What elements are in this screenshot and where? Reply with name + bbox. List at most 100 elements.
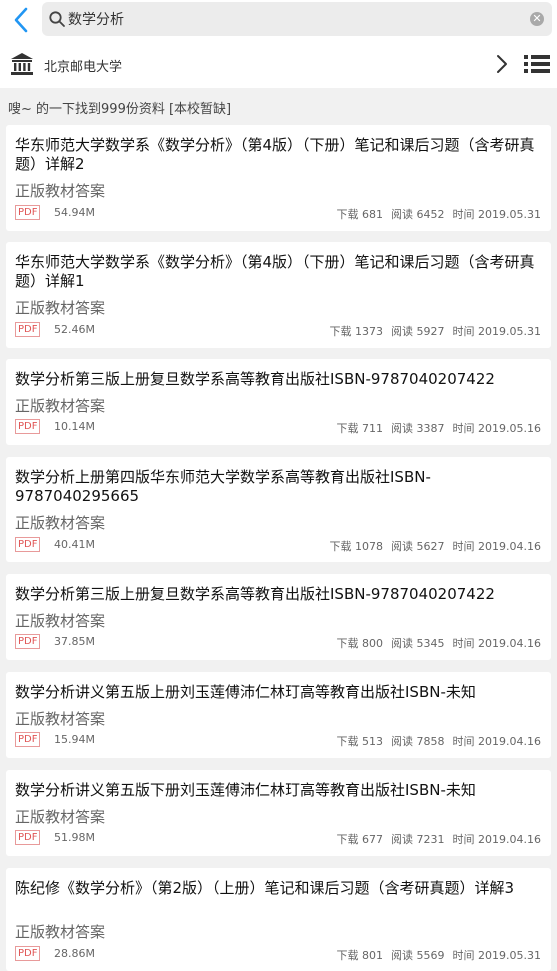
chevron-right-icon[interactable] (494, 54, 510, 74)
result-title: 数学分析上册第四版华东师范大学数学系高等教育出版社ISBN-9787040295… (15, 468, 431, 505)
top-bar: 数学分析 ✕ (0, 0, 557, 40)
read-label: 阅读 (391, 637, 414, 650)
read-count: 5569 (416, 949, 445, 962)
publish-date: 2019.05.31 (478, 949, 541, 962)
chevron-left-icon (14, 7, 28, 33)
read-label: 阅读 (391, 325, 414, 338)
time-label: 时间 (452, 949, 475, 962)
download-label: 下载 (336, 949, 359, 962)
result-card[interactable]: 数学分析讲义第五版下册刘玉莲傅沛仁林玎高等教育出版社ISBN-未知 正版教材答案… (6, 770, 551, 856)
publish-date: 2019.04.16 (478, 833, 541, 846)
result-stats: 下载 677 阅读 7231 时间 2019.04.16 (329, 831, 541, 847)
result-stats: 下载 1078 阅读 5627 时间 2019.04.16 (322, 538, 541, 554)
read-label: 阅读 (391, 422, 414, 435)
download-count: 1078 (355, 540, 384, 553)
read-count: 5627 (416, 540, 445, 553)
file-size: 40.41M (54, 538, 95, 551)
result-meta: PDF 28.86M 下载 801 阅读 5569 时间 2019.05.31 (15, 946, 541, 962)
result-subtitle: 正版教材答案 (15, 612, 106, 630)
time-label: 时间 (452, 422, 475, 435)
result-subtitle: 正版教材答案 (15, 808, 106, 826)
search-query: 数学分析 (68, 12, 124, 28)
result-card[interactable]: 数学分析上册第四版华东师范大学数学系高等教育出版社ISBN-9787040295… (6, 457, 551, 562)
clear-icon[interactable]: ✕ (530, 12, 544, 26)
file-size: 15.94M (54, 733, 95, 746)
time-label: 时间 (452, 637, 475, 650)
result-title: 华东师范大学数学系《数学分析》（第4版）（下册）笔记和课后习题（含考研真题）详解… (15, 253, 535, 290)
file-size: 54.94M (54, 206, 95, 219)
read-label: 阅读 (391, 833, 414, 846)
file-size: 37.85M (54, 635, 95, 648)
list-icon[interactable] (524, 53, 550, 75)
result-stats: 下载 1373 阅读 5927 时间 2019.05.31 (322, 323, 541, 339)
time-label: 时间 (452, 208, 475, 221)
result-meta: PDF 40.41M 下载 1078 阅读 5627 时间 2019.04.16 (15, 537, 541, 553)
download-label: 下载 (336, 422, 359, 435)
time-label: 时间 (452, 540, 475, 553)
publish-date: 2019.04.16 (478, 540, 541, 553)
read-label: 阅读 (391, 949, 414, 962)
read-count: 5345 (416, 637, 445, 650)
pdf-badge: PDF (15, 205, 41, 220)
read-label: 阅读 (391, 735, 414, 748)
read-label: 阅读 (391, 540, 414, 553)
result-card[interactable]: 陈纪修《数学分析》（第2版）（上册）笔记和课后习题（含考研真题）详解3 正版教材… (6, 868, 551, 971)
result-meta: PDF 52.46M 下载 1373 阅读 5927 时间 2019.05.31 (15, 322, 541, 338)
download-label: 下载 (329, 325, 352, 338)
download-label: 下载 (336, 833, 359, 846)
search-icon (49, 11, 65, 27)
publish-date: 2019.04.16 (478, 637, 541, 650)
publish-date: 2019.05.31 (478, 325, 541, 338)
result-title: 陈纪修《数学分析》（第2版）（上册）笔记和课后习题（含考研真题）详解3 (15, 879, 515, 897)
read-count: 3387 (416, 422, 445, 435)
read-count: 5927 (416, 325, 445, 338)
pdf-badge: PDF (15, 830, 41, 845)
file-size: 28.86M (54, 947, 95, 960)
download-count: 1373 (355, 325, 384, 338)
result-subtitle: 正版教材答案 (15, 299, 106, 317)
time-label: 时间 (452, 735, 475, 748)
result-title: 华东师范大学数学系《数学分析》（第4版）（下册）笔记和课后习题（含考研真题）详解… (15, 136, 535, 173)
result-title: 数学分析讲义第五版下册刘玉莲傅沛仁林玎高等教育出版社ISBN-未知 (15, 781, 476, 799)
read-label: 阅读 (391, 208, 414, 221)
result-meta: PDF 15.94M 下载 513 阅读 7858 时间 2019.04.16 (15, 732, 541, 748)
result-stats: 下载 681 阅读 6452 时间 2019.05.31 (329, 206, 541, 222)
result-card[interactable]: 华东师范大学数学系《数学分析》（第4版）（下册）笔记和课后习题（含考研真题）详解… (6, 242, 551, 348)
back-button[interactable] (8, 4, 36, 36)
result-subtitle: 正版教材答案 (15, 514, 106, 532)
download-label: 下载 (336, 637, 359, 650)
result-card[interactable]: 数学分析第三版上册复旦数学系高等教育出版社ISBN-9787040207422 … (6, 574, 551, 660)
pdf-badge: PDF (15, 537, 41, 552)
download-count: 800 (362, 637, 384, 650)
result-stats: 下载 513 阅读 7858 时间 2019.04.16 (329, 733, 541, 749)
file-size: 10.14M (54, 420, 95, 433)
school-selector[interactable]: 北京邮电大学 (0, 40, 557, 88)
result-card[interactable]: 华东师范大学数学系《数学分析》（第4版）（下册）笔记和课后习题（含考研真题）详解… (6, 125, 551, 231)
result-meta: PDF 54.94M 下载 681 阅读 6452 时间 2019.05.31 (15, 205, 541, 221)
pdf-badge: PDF (15, 419, 41, 434)
time-label: 时间 (452, 833, 475, 846)
result-title: 数学分析讲义第五版上册刘玉莲傅沛仁林玎高等教育出版社ISBN-未知 (15, 683, 476, 701)
download-count: 711 (362, 422, 384, 435)
search-input[interactable]: 数学分析 ✕ (42, 2, 552, 36)
result-title: 数学分析第三版上册复旦数学系高等教育出版社ISBN-9787040207422 (15, 370, 495, 388)
publish-date: 2019.04.16 (478, 735, 541, 748)
download-label: 下载 (336, 735, 359, 748)
download-count: 801 (362, 949, 384, 962)
result-card[interactable]: 数学分析第三版上册复旦数学系高等教育出版社ISBN-9787040207422 … (6, 359, 551, 445)
result-meta: PDF 10.14M 下载 711 阅读 3387 时间 2019.05.16 (15, 419, 541, 435)
result-meta: PDF 51.98M 下载 677 阅读 7231 时间 2019.04.16 (15, 830, 541, 846)
download-count: 677 (362, 833, 384, 846)
publish-date: 2019.05.16 (478, 422, 541, 435)
result-stats: 下载 711 阅读 3387 时间 2019.05.16 (329, 420, 541, 436)
result-subtitle: 正版教材答案 (15, 923, 106, 941)
result-title: 数学分析第三版上册复旦数学系高等教育出版社ISBN-9787040207422 (15, 585, 495, 603)
result-card[interactable]: 数学分析讲义第五版上册刘玉莲傅沛仁林玎高等教育出版社ISBN-未知 正版教材答案… (6, 672, 551, 758)
pdf-badge: PDF (15, 732, 41, 747)
download-count: 681 (362, 208, 384, 221)
school-name: 北京邮电大学 (44, 60, 123, 75)
file-size: 51.98M (54, 831, 95, 844)
read-count: 7231 (416, 833, 445, 846)
bank-icon (11, 53, 33, 75)
download-label: 下载 (336, 208, 359, 221)
